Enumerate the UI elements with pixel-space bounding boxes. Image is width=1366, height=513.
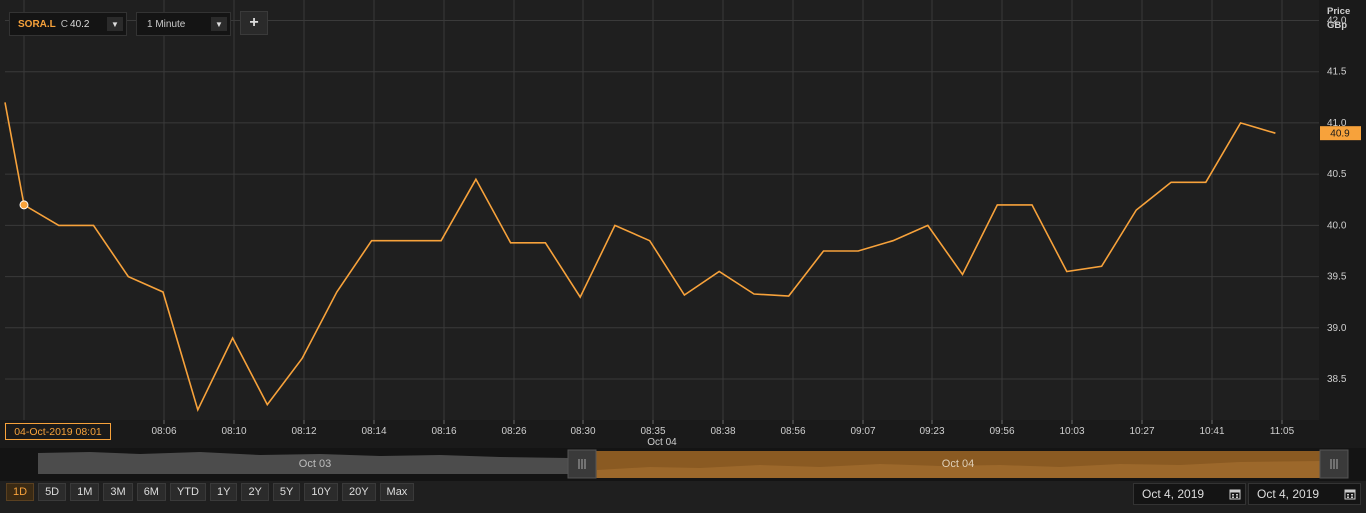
date-to-input[interactable]: Oct 4, 2019 — [1248, 483, 1361, 505]
x-tick-label: 09:56 — [989, 426, 1014, 437]
add-button[interactable]: + — [240, 11, 268, 35]
crosshair-time-label: 04-Oct-2019 08:01 — [14, 426, 102, 438]
range-button-1y[interactable]: 1Y — [209, 483, 238, 501]
x-tick-label: 09:07 — [850, 426, 875, 437]
range-button-10y[interactable]: 10Y — [304, 483, 338, 501]
x-tick-label: 08:10 — [221, 426, 246, 437]
x-tick-label: 10:03 — [1059, 426, 1084, 437]
range-button-ytd[interactable]: YTD — [169, 483, 206, 501]
close-value: 40.2 — [70, 18, 90, 30]
range-button-1m[interactable]: 1M — [70, 483, 100, 501]
y-tick-label: 38.5 — [1327, 374, 1347, 385]
x-tick-label: 08:12 — [291, 426, 316, 437]
navigator-left-label: Oct 03 — [299, 458, 331, 470]
y-tick-label: 39.0 — [1327, 323, 1347, 334]
x-tick-label: 08:30 — [570, 426, 595, 437]
symbol-label: SORA.L — [18, 18, 56, 30]
x-axis-date-label: Oct 04 — [647, 437, 677, 448]
x-axis-area — [0, 420, 1366, 448]
range-button-2y[interactable]: 2Y — [241, 483, 269, 501]
range-button-group: 1D 5D 1M 3M 6M YTD 1Y 2Y 5Y 10Y 20Y Max — [6, 483, 415, 501]
range-button-6m[interactable]: 6M — [136, 483, 166, 501]
x-tick-label: 08:14 — [361, 426, 386, 437]
range-button-3m[interactable]: 3M — [103, 483, 133, 501]
x-tick-label: 08:16 — [431, 426, 456, 437]
interval-label: 1 Minute — [147, 18, 186, 30]
x-tick-label: 08:35 — [640, 426, 665, 437]
y-tick-label: 41.5 — [1327, 67, 1347, 78]
date-from-value: Oct 4, 2019 — [1142, 487, 1205, 501]
chevron-down-icon[interactable]: ▼ — [211, 17, 227, 31]
date-from-input[interactable]: Oct 4, 2019 — [1133, 483, 1246, 505]
range-button-5d[interactable]: 5D — [38, 483, 67, 501]
x-tick-label: 08:56 — [780, 426, 805, 437]
x-tick-label: 08:06 — [151, 426, 176, 437]
interval-select[interactable]: 1 Minute ▼ — [136, 12, 231, 36]
y-tick-label: 40.5 — [1327, 169, 1347, 180]
navigator-right-label: Oct 04 — [942, 458, 974, 470]
chart-app: 38.5 39.0 39.5 40.0 40.5 41.0 41.5 42.0 08:06 08:… — [0, 0, 1366, 513]
crosshair-marker — [19, 200, 29, 210]
y-tick-label: 39.5 — [1327, 272, 1347, 283]
range-button-1d[interactable]: 1D — [6, 483, 35, 501]
x-tick-label: 08:26 — [501, 426, 526, 437]
current-price-value: 40.9 — [1330, 129, 1350, 140]
y-axis-title: Price — [1327, 6, 1350, 17]
x-tick-label: 08:38 — [710, 426, 735, 437]
x-tick-label: 11:05 — [1270, 426, 1295, 437]
calendar-icon[interactable] — [1340, 484, 1360, 504]
calendar-icon[interactable] — [1225, 484, 1245, 504]
x-tick-label: 10:27 — [1129, 426, 1154, 437]
range-button-5y[interactable]: 5Y — [272, 483, 301, 501]
price-chart: 38.539.039.540.040.541.041.542.008:06 08:… — [0, 0, 1366, 481]
plus-icon: + — [249, 14, 259, 31]
chevron-down-icon[interactable]: ▼ — [107, 17, 123, 31]
close-label: C — [60, 18, 69, 30]
x-tick-label: 09:23 — [919, 426, 944, 437]
x-tick-label: 10:41 — [1199, 426, 1224, 437]
plot-area — [5, 0, 1319, 420]
date-to-value: Oct 4, 2019 — [1257, 487, 1320, 501]
symbol-select[interactable]: SORA.L C 40.2 ▼ — [9, 12, 127, 36]
range-button-max[interactable]: Max — [379, 483, 415, 501]
y-axis-unit: GBp — [1327, 20, 1347, 31]
y-tick-label: 40.0 — [1327, 220, 1347, 231]
range-button-20y[interactable]: 20Y — [341, 483, 376, 501]
